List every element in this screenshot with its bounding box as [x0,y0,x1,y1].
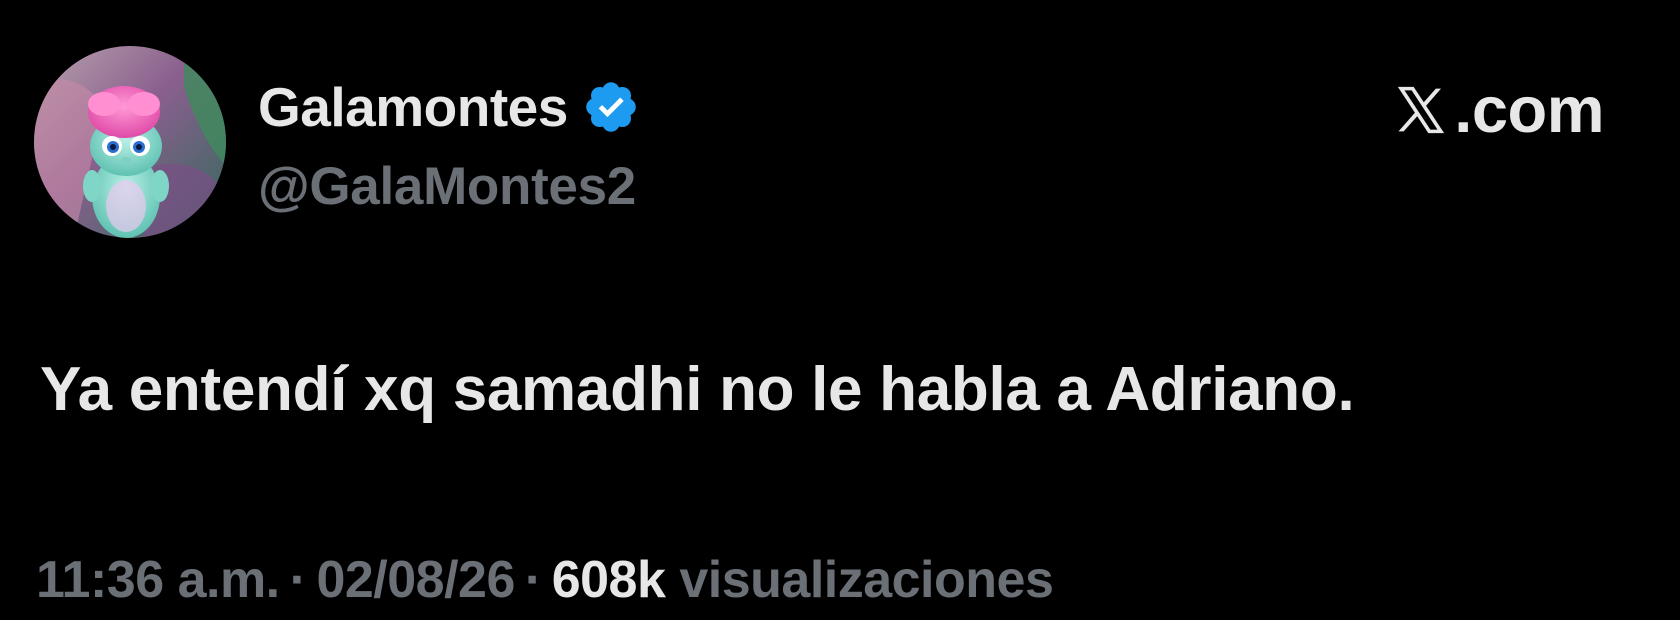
site-label: .com [1394,70,1604,150]
avatar[interactable] [34,46,226,238]
author-handle[interactable]: @GalaMontes2 [258,152,636,222]
meta-separator: · [289,551,307,609]
site-domain-text: .com [1454,73,1604,146]
author-name-row: Galamontes [258,72,640,142]
tweet-text: Ya entendí xq samadhi no le habla a Adri… [40,355,1355,424]
views-label: visualizaciones [679,551,1054,609]
x-logo-icon [1394,82,1448,138]
display-name[interactable]: Galamontes [258,72,568,142]
verified-badge-icon [582,78,640,136]
views-count: 608k [551,551,666,609]
tweet-meta: 11:36 a.m. · 02/08/26 · 608k visualizaciones [36,545,1054,615]
tweet-date[interactable]: 02/08/26 [316,551,515,609]
meta-separator: · [524,551,542,609]
tweet-time[interactable]: 11:36 a.m. [36,551,280,609]
